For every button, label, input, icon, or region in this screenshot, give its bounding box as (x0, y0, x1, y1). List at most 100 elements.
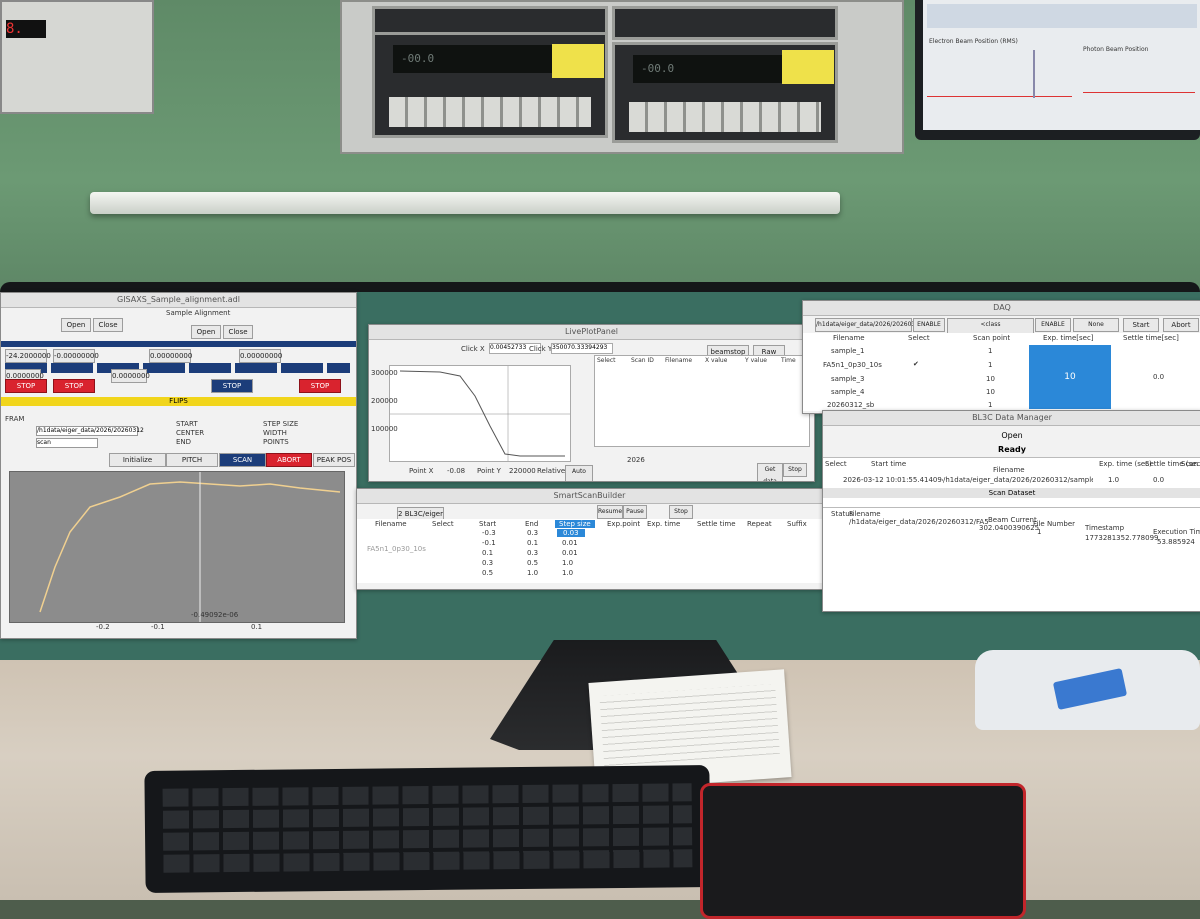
cursor-readout: -0.49092e-06 (191, 611, 239, 619)
click-y-label: Click Y (529, 345, 553, 353)
column-header: Exp. time[sec] (1043, 334, 1094, 342)
x-tick: -0.1 (151, 623, 165, 631)
daq-row-points[interactable]: 10 (986, 375, 995, 383)
stop-button[interactable]: STOP (211, 379, 253, 393)
filename-input[interactable]: scan (36, 438, 98, 448)
row-settle-time[interactable]: 0.0 (1153, 476, 1164, 484)
mouse-pad (700, 783, 1026, 919)
daq-row-points[interactable]: 1 (988, 361, 992, 369)
row-start[interactable]: -0.1 (482, 539, 496, 547)
row-end[interactable]: 0.3 (527, 529, 538, 537)
daq-row-name[interactable]: 20260312_sb (827, 401, 874, 409)
row-filename[interactable]: /h1data/eiger_data/2026/20260312/sample_… (943, 476, 1093, 484)
gisaxs-alignment-window: GISAXS_Sample_alignment.adl Sample Align… (0, 292, 357, 639)
result-filename[interactable]: /h1data/eiger_data/2026/20260312/FA5n1_0… (849, 518, 989, 526)
x-tick: -0.2 (96, 623, 110, 631)
row-end[interactable]: 1.0 (527, 569, 538, 577)
stop-button[interactable]: STOP (5, 379, 47, 393)
stop-button[interactable]: Stop (783, 463, 807, 477)
column-header: Exp.point (607, 520, 641, 528)
row-step[interactable]: 0.01 (562, 549, 578, 557)
directory-input[interactable]: /h1data/eiger_data/2026/20260312 (36, 426, 144, 436)
get-data-button[interactable]: Get data (757, 463, 783, 481)
row-start[interactable]: 0.1 (482, 549, 493, 557)
result-execution-time[interactable]: 53.885924 (1157, 538, 1195, 546)
daq-row-name[interactable]: sample_4 (831, 388, 864, 396)
column-header: Select (825, 460, 847, 468)
daq-row-points[interactable]: 1 (988, 401, 992, 409)
peak-pos-button[interactable]: PEAK POS (313, 453, 355, 467)
result-beam-current[interactable]: 302.0400390625 (979, 524, 1039, 532)
auto-range-button[interactable]: Auto range (565, 465, 593, 481)
point-x-value[interactable]: -0.08 (447, 467, 465, 475)
initialize-button[interactable]: Initialize (109, 453, 166, 467)
abort-button[interactable]: Abort (1163, 318, 1199, 332)
daq-row-name[interactable]: sample_1 (831, 347, 864, 355)
daq-row-name[interactable]: sample_3 (831, 375, 864, 383)
year-field[interactable]: 2026 (627, 456, 645, 464)
row-step[interactable]: 0.01 (562, 539, 578, 547)
row-end[interactable]: 0.5 (527, 559, 538, 567)
keyboard[interactable] (144, 765, 711, 893)
column-header: Settle time[sec] (1123, 334, 1179, 342)
start-button[interactable]: Start (1123, 318, 1159, 332)
result-file-number[interactable]: 1 (1037, 528, 1041, 536)
row-start[interactable]: -0.3 (482, 529, 496, 537)
valve-close-button[interactable]: Close (223, 325, 253, 339)
beam-position-label: Electron Beam Position (RMS) (929, 38, 1018, 45)
motor-value-3[interactable]: 0.00000000 (149, 349, 192, 363)
row-end[interactable]: 0.3 (527, 549, 538, 557)
settle-time-cell[interactable]: 0.0 (1153, 373, 1164, 381)
open-button[interactable]: Open (823, 431, 1200, 440)
exp-time-cell[interactable]: 10 (1029, 345, 1111, 409)
pause-button[interactable]: Pause (623, 505, 647, 519)
result-timestamp[interactable]: 1773281352.778099 (1085, 534, 1158, 542)
row-step[interactable]: 1.0 (562, 559, 573, 567)
row-end[interactable]: 0.1 (527, 539, 538, 547)
meter-top-right (612, 6, 838, 40)
enable-dropdown[interactable]: ENABLE (913, 318, 945, 332)
daq-path-dropdown[interactable]: /h1data/eiger_data/2026/20260312 (815, 318, 923, 332)
pitch-button[interactable]: PITCH (166, 453, 218, 467)
none-dropdown[interactable]: None (1073, 318, 1119, 332)
abort-button[interactable]: ABORT (266, 453, 312, 467)
relative-option[interactable]: Relative (537, 467, 565, 475)
stop-button[interactable]: STOP (53, 379, 95, 393)
scan-database-table: Select Scan ID Filename X value Y value … (594, 355, 810, 447)
monitor-screen: GISAXS_Sample_alignment.adl Sample Align… (0, 292, 1200, 662)
row-start[interactable]: 0.5 (482, 569, 493, 577)
row-step[interactable]: 0.03 (557, 529, 585, 537)
checkbox-checked-icon[interactable]: ✔ (913, 360, 919, 368)
daq-row-points[interactable]: 10 (986, 388, 995, 396)
row-start[interactable]: 0.3 (482, 559, 493, 567)
click-y-field[interactable]: 350070.33394293 (551, 343, 613, 354)
motor-readback-2[interactable]: 0.0000000 (111, 369, 150, 383)
point-y-label: Point Y (477, 467, 501, 475)
stop-button[interactable]: STOP (299, 379, 341, 393)
row-exp-time[interactable]: 1.0 (1108, 476, 1119, 484)
column-header: Filename (849, 510, 881, 518)
enable-dropdown[interactable]: ENABLE (1035, 318, 1071, 332)
motor-value-4[interactable]: 0.00000000 (239, 349, 282, 363)
upper-monitor: Electron Beam Position (RMS) Photon Beam… (915, 0, 1200, 140)
row-step[interactable]: 1.0 (562, 569, 573, 577)
column-header: Y value (745, 357, 767, 364)
daq-row-name[interactable]: FA5n1_0p30_10s (823, 361, 882, 369)
data-manager-window: BL3C Data Manager Open Ready Select Star… (822, 410, 1200, 612)
y-tick: 200000 (371, 397, 398, 405)
shutter-close-button[interactable]: Close (93, 318, 123, 332)
column-header: Exp. time (647, 520, 681, 528)
motor-value-2[interactable]: -0.00000000 (53, 349, 99, 363)
led-display: 8. (6, 20, 46, 38)
shutter-open-button[interactable]: Open (61, 318, 91, 332)
resume-button[interactable]: Resume (597, 505, 623, 519)
column-header: Time (781, 357, 796, 364)
motor-value-1[interactable]: -24.2000000 (5, 349, 51, 363)
point-y-value[interactable]: 220000 (509, 467, 536, 475)
row-start-time[interactable]: 2026-03-12 10:01:55.414094 (843, 476, 943, 484)
valve-open-button[interactable]: Open (191, 325, 221, 339)
daq-row-points[interactable]: 1 (988, 347, 992, 355)
stop-button[interactable]: Stop (669, 505, 693, 519)
x-tick: 0.1 (251, 623, 263, 631)
scan-button[interactable]: SCAN (219, 453, 266, 467)
